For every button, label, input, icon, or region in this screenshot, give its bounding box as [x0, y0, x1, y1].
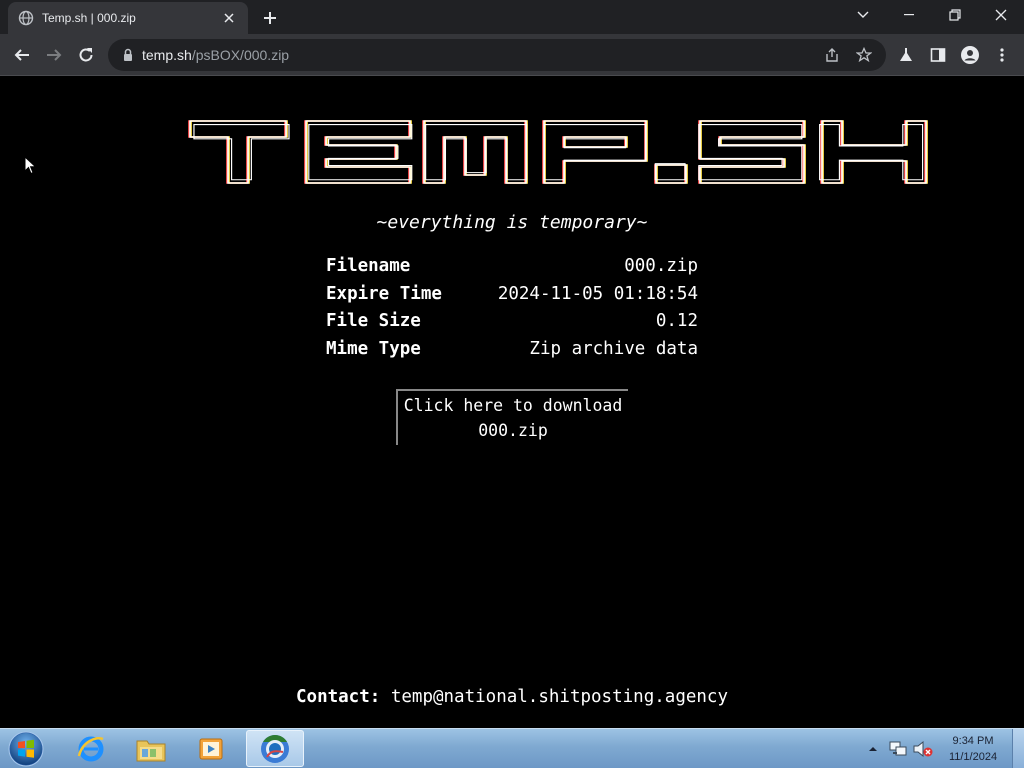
info-value: Zip archive data	[529, 338, 698, 359]
tagline: ~everything is temporary~	[376, 212, 648, 233]
info-value: 0.12	[655, 311, 698, 331]
file-info-row: Mime Type Zip archive data	[326, 338, 698, 366]
browser-tab[interactable]: Temp.sh | 000.zip	[8, 2, 248, 34]
show-desktop-button[interactable]	[1012, 729, 1024, 768]
start-button[interactable]	[6, 731, 46, 767]
clock-time: 9:34 PM	[952, 735, 994, 747]
close-tab-icon[interactable]	[220, 9, 238, 27]
tab-title: Temp.sh | 000.zip	[42, 11, 136, 25]
media-player-icon[interactable]	[182, 730, 240, 767]
download-button[interactable]: Click here to download 000.zip	[396, 389, 628, 445]
close-window-button[interactable]	[978, 0, 1024, 30]
share-icon[interactable]	[820, 45, 844, 65]
show-hidden-icons-button[interactable]	[868, 729, 878, 768]
chrome-taskbar-icon[interactable]	[246, 730, 304, 767]
forward-button[interactable]	[40, 41, 68, 69]
address-bar[interactable]: temp.sh/psBOX/000.zip	[108, 39, 886, 71]
back-button[interactable]	[8, 41, 36, 69]
lock-icon[interactable]	[120, 47, 136, 63]
info-label: File Size	[326, 311, 421, 331]
new-tab-button[interactable]	[258, 6, 282, 30]
browser-toolbar: temp.sh/psBOX/000.zip	[0, 34, 1024, 76]
file-info-row: Expire Time 2024-11-05 01:18:54	[326, 283, 698, 311]
reload-button[interactable]	[72, 41, 100, 69]
network-icon[interactable]	[888, 729, 908, 768]
minimize-button[interactable]	[886, 0, 932, 30]
windows-taskbar: 9:34 PM 11/1/2024	[0, 728, 1024, 768]
file-info-table: Filename 000.zip Expire Time 2024-11-05 …	[326, 255, 698, 365]
side-panel-icon[interactable]	[924, 41, 952, 69]
temp-sh-logo	[186, 117, 932, 187]
volume-muted-icon[interactable]	[912, 729, 934, 768]
mouse-pointer-icon	[24, 155, 37, 179]
menu-kebab-icon[interactable]	[988, 41, 1016, 69]
tab-search-icon[interactable]	[840, 0, 886, 30]
url-text[interactable]: temp.sh/psBOX/000.zip	[142, 47, 289, 63]
contact-email-link[interactable]: temp@national.shitposting.agency	[391, 687, 728, 707]
file-info-row: Filename 000.zip	[326, 255, 698, 283]
bookmark-star-icon[interactable]	[852, 45, 876, 65]
labs-flask-icon[interactable]	[892, 41, 920, 69]
info-value: 000.zip	[624, 256, 698, 276]
page-content: ~everything is temporary~ Filename 000.z…	[0, 77, 1024, 728]
globe-icon	[18, 10, 34, 26]
internet-explorer-icon[interactable]	[62, 730, 120, 767]
info-label: Expire Time	[326, 283, 442, 304]
clock-date: 11/1/2024	[948, 751, 998, 763]
download-label: Click here to download	[403, 396, 623, 415]
download-filename: 000.zip	[478, 421, 548, 440]
contact-label: Contact:	[296, 687, 381, 707]
system-clock[interactable]: 9:34 PM 11/1/2024	[936, 733, 1010, 765]
info-label: Mime Type	[326, 338, 421, 359]
contact-line: Contact: temp@national.shitposting.agenc…	[0, 687, 1024, 707]
logo-outline-art	[188, 120, 928, 184]
tab-strip: Temp.sh | 000.zip	[0, 0, 1024, 34]
info-label: Filename	[326, 256, 411, 276]
restore-button[interactable]	[932, 0, 978, 30]
profile-avatar-icon[interactable]	[956, 41, 984, 69]
info-value: 2024-11-05 01:18:54	[497, 283, 698, 304]
folder-explorer-icon[interactable]	[122, 730, 180, 767]
file-info-row: File Size 0.12	[326, 310, 698, 338]
